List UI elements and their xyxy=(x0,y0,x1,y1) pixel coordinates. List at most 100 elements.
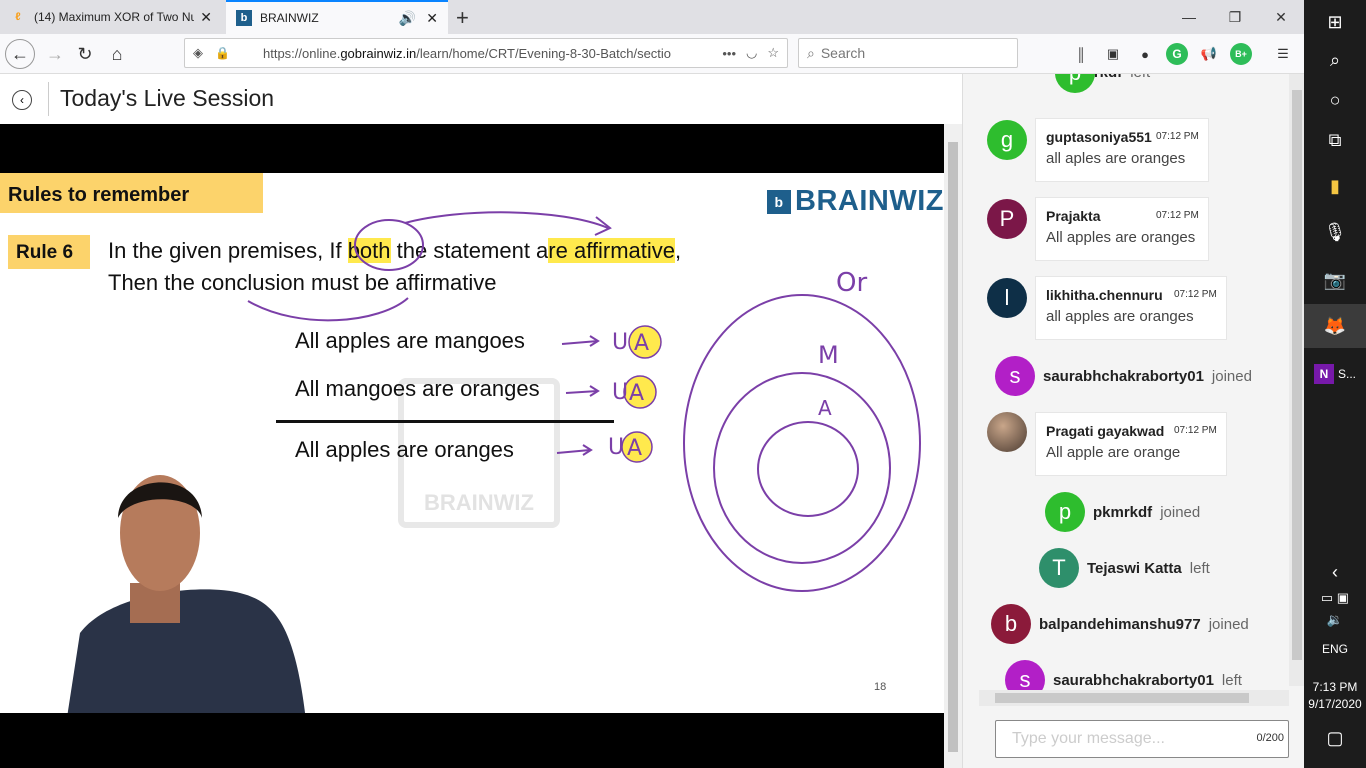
chat-event: s saurabhchakraborty01 left xyxy=(1005,660,1242,694)
url-text: https://online.gobrainwiz.in/learn/home/… xyxy=(263,45,672,61)
account-icon[interactable]: ● xyxy=(1134,43,1156,65)
close-tab-icon[interactable]: ✕ xyxy=(200,9,212,26)
pocket-icon[interactable]: ◡ xyxy=(746,45,757,61)
message-bubble: guptasoniya551 07:12 PM all aples are or… xyxy=(1035,118,1209,182)
avatar: b xyxy=(991,604,1031,644)
message-bubble: Pragati gayakwad 07:12 PM All apple are … xyxy=(1035,412,1227,476)
tab-title: BRAINWIZ xyxy=(260,11,319,25)
code-site-icon: ℓ xyxy=(15,11,21,23)
sidebar-icon[interactable]: ▣ xyxy=(1102,43,1124,65)
chat-horizontal-scrollbar[interactable] xyxy=(979,690,1289,706)
new-tab-button[interactable]: + xyxy=(456,5,469,31)
onenote-app[interactable]: N S... xyxy=(1304,352,1366,396)
ua-u-label-2: U xyxy=(612,380,628,405)
chat-event: b balpandehimanshu977 joined xyxy=(991,604,1249,644)
avatar-photo xyxy=(987,412,1027,452)
bookmark-star-icon[interactable]: ☆ xyxy=(767,45,779,61)
chat-event: p pkmrkdf left xyxy=(1055,74,1150,93)
tab-leetcode[interactable]: ℓ (14) Maximum XOR of Two Nu ✕ xyxy=(0,0,222,34)
shield-icon[interactable]: ◈ xyxy=(193,45,203,61)
task-view-icon[interactable]: ⧉ xyxy=(1304,118,1366,162)
close-tab-icon[interactable]: ✕ xyxy=(426,10,438,27)
clock-date[interactable]: 9/17/2020 xyxy=(1304,697,1366,711)
chat-panel: p pkmrkdf left g guptasoniya551 07:12 PM… xyxy=(962,74,1305,768)
grammarly-icon[interactable]: G xyxy=(1166,43,1188,65)
close-window-icon[interactable]: ✕ xyxy=(1258,0,1304,34)
ua-a-label-2: A xyxy=(629,381,644,406)
avatar: P xyxy=(987,199,1027,239)
middle-circle-label: M xyxy=(818,341,839,369)
notifications-icon[interactable]: ▢ xyxy=(1304,716,1366,760)
avatar: s xyxy=(1005,660,1045,694)
lock-icon[interactable]: 🔒 xyxy=(215,46,230,60)
cortana-icon[interactable]: ○ xyxy=(1304,78,1366,122)
brainwiz-icon: b xyxy=(236,10,252,26)
back-arrow-icon[interactable]: ← xyxy=(5,39,35,69)
page-header: ‹ Today's Live Session xyxy=(0,74,962,124)
volume-icon[interactable]: 🔉 xyxy=(1304,598,1366,642)
message-input-box: 0/200 xyxy=(995,720,1289,758)
avatar: T xyxy=(1039,548,1079,588)
navigation-bar: ← → ↻ ⌂ ◈ 🔒 https://online.gobrainwiz.in… xyxy=(0,34,1304,74)
reload-icon[interactable]: ↻ xyxy=(70,39,100,69)
chat-event: p pkmrkdf joined xyxy=(1045,492,1200,532)
tab-strip: ℓ (14) Maximum XOR of Two Nu ✕ b BRAINWI… xyxy=(0,0,1304,34)
more-actions-icon[interactable]: ••• xyxy=(722,46,736,61)
restore-icon[interactable]: ❐ xyxy=(1212,0,1258,34)
camera-icon[interactable]: 📷 xyxy=(1304,258,1366,302)
windows-taskbar: ⊞ ⌕ ○ ⧉ ▮ 🎙 📷 🦊 N S... ‹ ▭ ▣ 🔉 ENG 7:13 … xyxy=(1304,0,1366,768)
search-placeholder: Search xyxy=(820,45,866,61)
video-scrollbar[interactable] xyxy=(944,124,962,768)
minimize-icon[interactable]: — xyxy=(1166,0,1212,34)
language-indicator[interactable]: ENG xyxy=(1304,642,1366,656)
voice-recorder-icon[interactable]: 🎙 xyxy=(1304,210,1366,254)
ua-u-label-1: U xyxy=(612,330,628,355)
lecture-slide: Rules to remember b BRAINWIZ BRAINWIZ Ru… xyxy=(0,173,944,713)
chat-event: s saurabhchakraborty01 joined xyxy=(995,356,1252,396)
search-icon[interactable]: ⌕ xyxy=(1304,38,1366,82)
ua-u-label-3: U xyxy=(608,435,624,460)
header-divider xyxy=(48,82,49,116)
speaker-icon[interactable]: 🔊 xyxy=(399,10,416,27)
url-bar[interactable]: ◈ 🔒 https://online.gobrainwiz.in/learn/h… xyxy=(184,38,788,68)
avatar: p xyxy=(1055,74,1095,93)
ua-a-label-3: A xyxy=(627,436,642,461)
inner-circle-label: A xyxy=(818,396,832,420)
message-bubble: Prajakta 07:12 PM All apples are oranges xyxy=(1035,197,1209,261)
megaphone-icon[interactable]: 📢 xyxy=(1198,43,1220,65)
message-bubble: likhitha.chennuru 07:12 PM all apples ar… xyxy=(1035,276,1227,340)
home-icon[interactable]: ⌂ xyxy=(102,39,132,69)
browser-window: ℓ (14) Maximum XOR of Two Nu ✕ b BRAINWI… xyxy=(0,0,1305,768)
file-explorer-icon[interactable]: ▮ xyxy=(1304,164,1366,208)
char-counter: 0/200 xyxy=(1256,732,1284,744)
avatar: p xyxy=(1045,492,1085,532)
toolbar-icons: ║ ▣ ● G 📢 B+ ☰ xyxy=(1070,39,1294,69)
tab-title: (14) Maximum XOR of Two Nu xyxy=(34,10,195,24)
ua-a-label-1: A xyxy=(634,331,649,356)
avatar: l xyxy=(987,278,1027,318)
message-input[interactable] xyxy=(996,721,1246,757)
live-video-player[interactable]: Rules to remember b BRAINWIZ BRAINWIZ Ru… xyxy=(0,124,944,768)
window-controls: — ❐ ✕ xyxy=(1166,0,1304,34)
avatar: s xyxy=(995,356,1035,396)
outer-circle-label: Or xyxy=(836,268,867,298)
clock-time[interactable]: 7:13 PM xyxy=(1304,680,1366,694)
tab-brainwiz[interactable]: b BRAINWIZ 🔊 ✕ xyxy=(226,0,448,34)
search-box[interactable]: ⌕ Search xyxy=(798,38,1018,68)
chat-hscroll-thumb[interactable] xyxy=(995,693,1249,703)
back-circle-icon[interactable]: ‹ xyxy=(12,90,32,110)
search-icon: ⌕ xyxy=(807,44,815,61)
firefox-icon[interactable]: 🦊 xyxy=(1304,304,1366,348)
menu-icon[interactable]: ☰ xyxy=(1272,43,1294,65)
chat-event: T Tejaswi Katta left xyxy=(1039,548,1210,588)
presenter-video xyxy=(67,475,306,713)
chat-scrollbar-thumb[interactable] xyxy=(1292,90,1302,660)
extension-badge-icon[interactable]: B+ xyxy=(1230,43,1252,65)
chat-messages: p pkmrkdf left g guptasoniya551 07:12 PM… xyxy=(979,74,1289,694)
avatar: g xyxy=(987,120,1027,160)
library-icon[interactable]: ║ xyxy=(1070,43,1092,65)
page-title: Today's Live Session xyxy=(60,85,275,111)
chat-scrollbar[interactable] xyxy=(1289,74,1305,686)
scrollbar-thumb[interactable] xyxy=(948,142,958,752)
forward-arrow-icon[interactable]: → xyxy=(40,39,70,69)
